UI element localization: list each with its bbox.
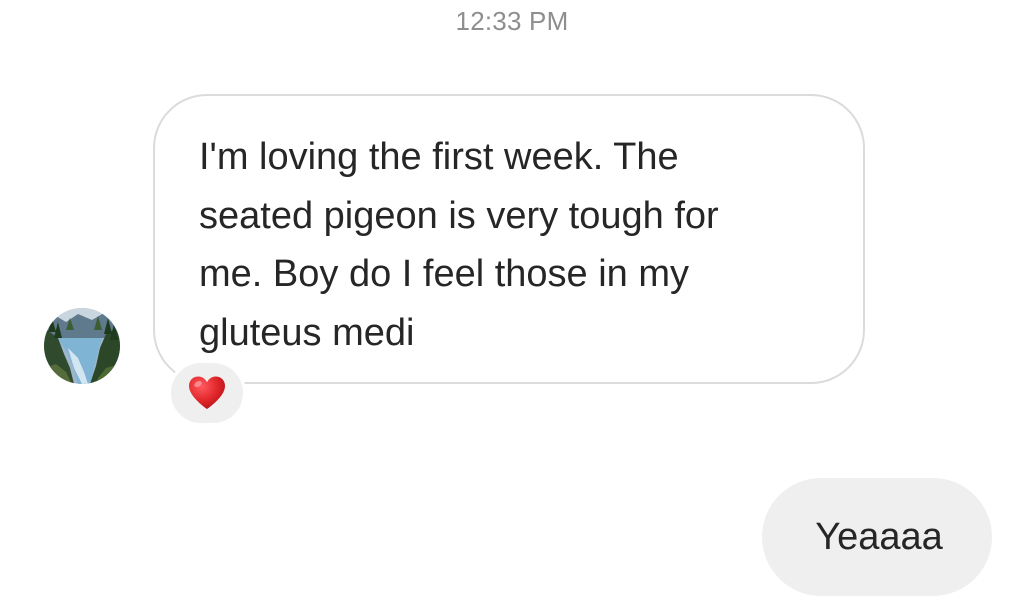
outgoing-message-text: Yeaaaa <box>815 515 943 558</box>
incoming-message-text: I'm loving the first week. The seated pi… <box>199 136 719 354</box>
river-forest-avatar-icon <box>44 308 120 384</box>
outgoing-message-bubble[interactable]: Yeaaaa <box>762 478 992 596</box>
message-reaction[interactable] <box>168 360 246 426</box>
sender-avatar[interactable] <box>44 308 120 384</box>
red-heart-icon <box>189 376 225 409</box>
message-timestamp: 12:33 PM <box>455 6 569 36</box>
incoming-message-bubble[interactable]: I'm loving the first week. The seated pi… <box>153 94 865 384</box>
